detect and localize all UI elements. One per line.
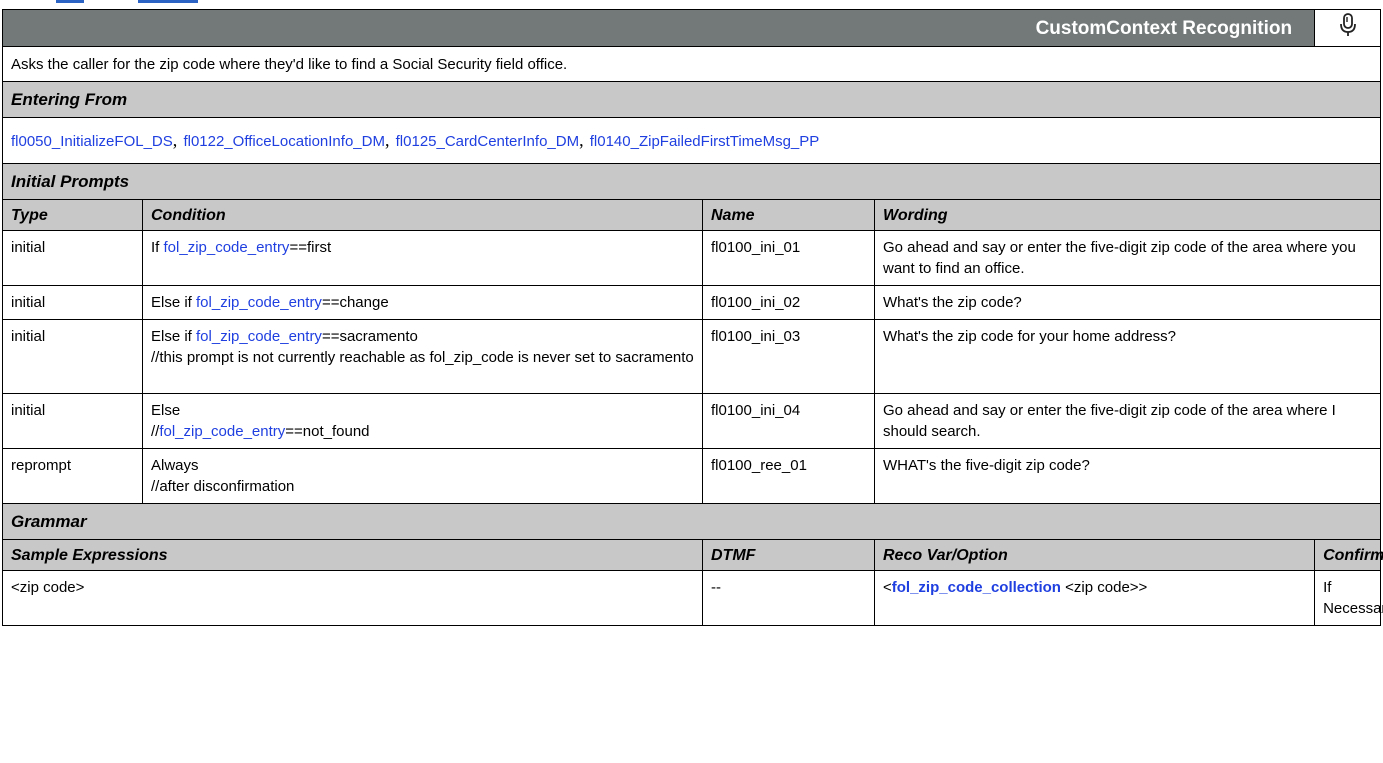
variable-link[interactable]: fol_zip_code_entry [196,328,322,345]
condition-text: Always [151,457,199,474]
entering-from-row: fl0050_InitializeFOL_DS, fl0122_OfficeLo… [1,117,1382,164]
entering-from-link[interactable]: fl0125_CardCenterInfo_DM [396,133,579,150]
section-title: Grammar [1,503,1382,540]
link-separator: , [384,129,390,150]
condition-note: //after disconfirmation [151,478,295,495]
prompt-row: initial If fol_zip_code_entry==first fl0… [2,230,1382,286]
prompt-condition: Always //after disconfirmation [142,448,703,504]
prompt-row: initial Else if fol_zip_code_entry==sacr… [2,319,1382,394]
prompt-wording: What's the zip code? [873,285,1382,320]
col-condition: Condition [142,199,703,231]
condition-text: ==not_found [285,423,370,440]
clipped-link-fragment [138,0,198,3]
link-separator: , [172,129,178,150]
section-title: Entering From [1,81,1382,118]
microphone-icon [1339,13,1356,36]
col-sample-expressions: Sample Expressions [2,539,703,571]
prompt-wording: What's the zip code for your home addres… [873,319,1382,394]
entering-from-header: Entering From [1,81,1382,118]
prompt-wording: Go ahead and say or enter the five-digit… [873,230,1382,286]
col-confirm: Confirm [1314,539,1383,571]
prompt-row: reprompt Always //after disconfirmation f… [2,448,1382,504]
prompt-row: initial Else//fol_zip_code_entry==not_fo… [2,393,1382,449]
reco-text: <zip code>> [1060,579,1148,596]
entering-from-links: fl0050_InitializeFOL_DS, fl0122_OfficeLo… [1,117,1382,164]
prompt-type: initial [2,285,143,320]
prompt-row: initial Else if fol_zip_code_entry==chan… [2,285,1382,320]
col-wording: Wording [873,199,1382,231]
grammar-header: Grammar [1,503,1382,540]
variable-link[interactable]: fol_zip_code_entry [164,239,290,256]
top-link-fragment [0,0,1383,9]
prompt-name: fl0100_ini_04 [702,393,875,449]
condition-note: //this prompt is not currently reachable… [151,349,694,366]
dtmf-value: -- [702,570,875,626]
prompt-name: fl0100_ini_01 [702,230,875,286]
confirm-value: If Necessary [1314,570,1383,626]
prompt-type: initial [2,393,143,449]
section-title: Initial Prompts [1,163,1382,200]
state-description: Asks the caller for the zip code where t… [1,46,1382,82]
variable-link[interactable]: fol_zip_code_entry [159,423,285,440]
reco-var-option: <fol_zip_code_collection <zip code>> [873,570,1316,626]
entering-from-link[interactable]: fl0122_OfficeLocationInfo_DM [183,133,385,150]
reco-var-link[interactable]: fol_zip_code_collection [892,579,1061,596]
col-type: Type [2,199,143,231]
header-row: CustomContext Recognition [1,9,1382,47]
prompt-wording: Go ahead and say or enter the five-digit… [873,393,1382,449]
condition-text: ==change [321,294,389,311]
prompt-type: reprompt [2,448,143,504]
link-separator: , [579,129,584,150]
prompt-condition: If fol_zip_code_entry==first [142,230,703,286]
prompt-condition: Else if fol_zip_code_entry==sacramento //… [142,319,703,394]
mic-cell [1314,9,1382,47]
dialog-spec-table: CustomContext Recognition Asks the calle… [1,9,1383,626]
prompt-condition: Else if fol_zip_code_entry==change [142,285,703,320]
initial-prompts-header: Initial Prompts [1,163,1382,200]
reco-text: < [883,579,892,596]
entering-from-link[interactable]: fl0140_ZipFailedFirstTimeMsg_PP [590,133,820,150]
grammar-column-header: Sample Expressions DTMF Reco Var/Option … [2,539,1383,571]
condition-text: Else if [151,294,197,311]
prompt-name: fl0100_ini_02 [702,285,875,320]
grammar-row: <zip code> -- <fol_zip_code_collection <… [2,570,1383,626]
state-type-title: CustomContext Recognition [1,9,1315,47]
prompt-wording: WHAT's the five-digit zip code? [873,448,1382,504]
col-dtmf: DTMF [702,539,875,571]
entering-from-link[interactable]: fl0050_InitializeFOL_DS [11,133,173,150]
prompt-name: fl0100_ini_03 [702,319,875,394]
prompt-type: initial [2,230,143,286]
sample-expression: <zip code> [2,570,703,626]
clipped-link-fragment [56,0,84,3]
variable-link[interactable]: fol_zip_code_entry [196,294,322,311]
prompt-name: fl0100_ree_01 [702,448,875,504]
condition-text: ==sacramento [321,328,418,345]
description-row: Asks the caller for the zip code where t… [1,46,1382,82]
prompts-column-header: Type Condition Name Wording [2,199,1382,231]
prompt-type: initial [2,319,143,394]
condition-text: ==first [289,239,332,256]
condition-text: Else if [151,328,197,345]
col-reco-var: Reco Var/Option [873,539,1316,571]
condition-text: Else [151,402,181,419]
col-name: Name [702,199,875,231]
condition-text: If [151,239,164,256]
prompt-condition: Else//fol_zip_code_entry==not_found [142,393,703,449]
